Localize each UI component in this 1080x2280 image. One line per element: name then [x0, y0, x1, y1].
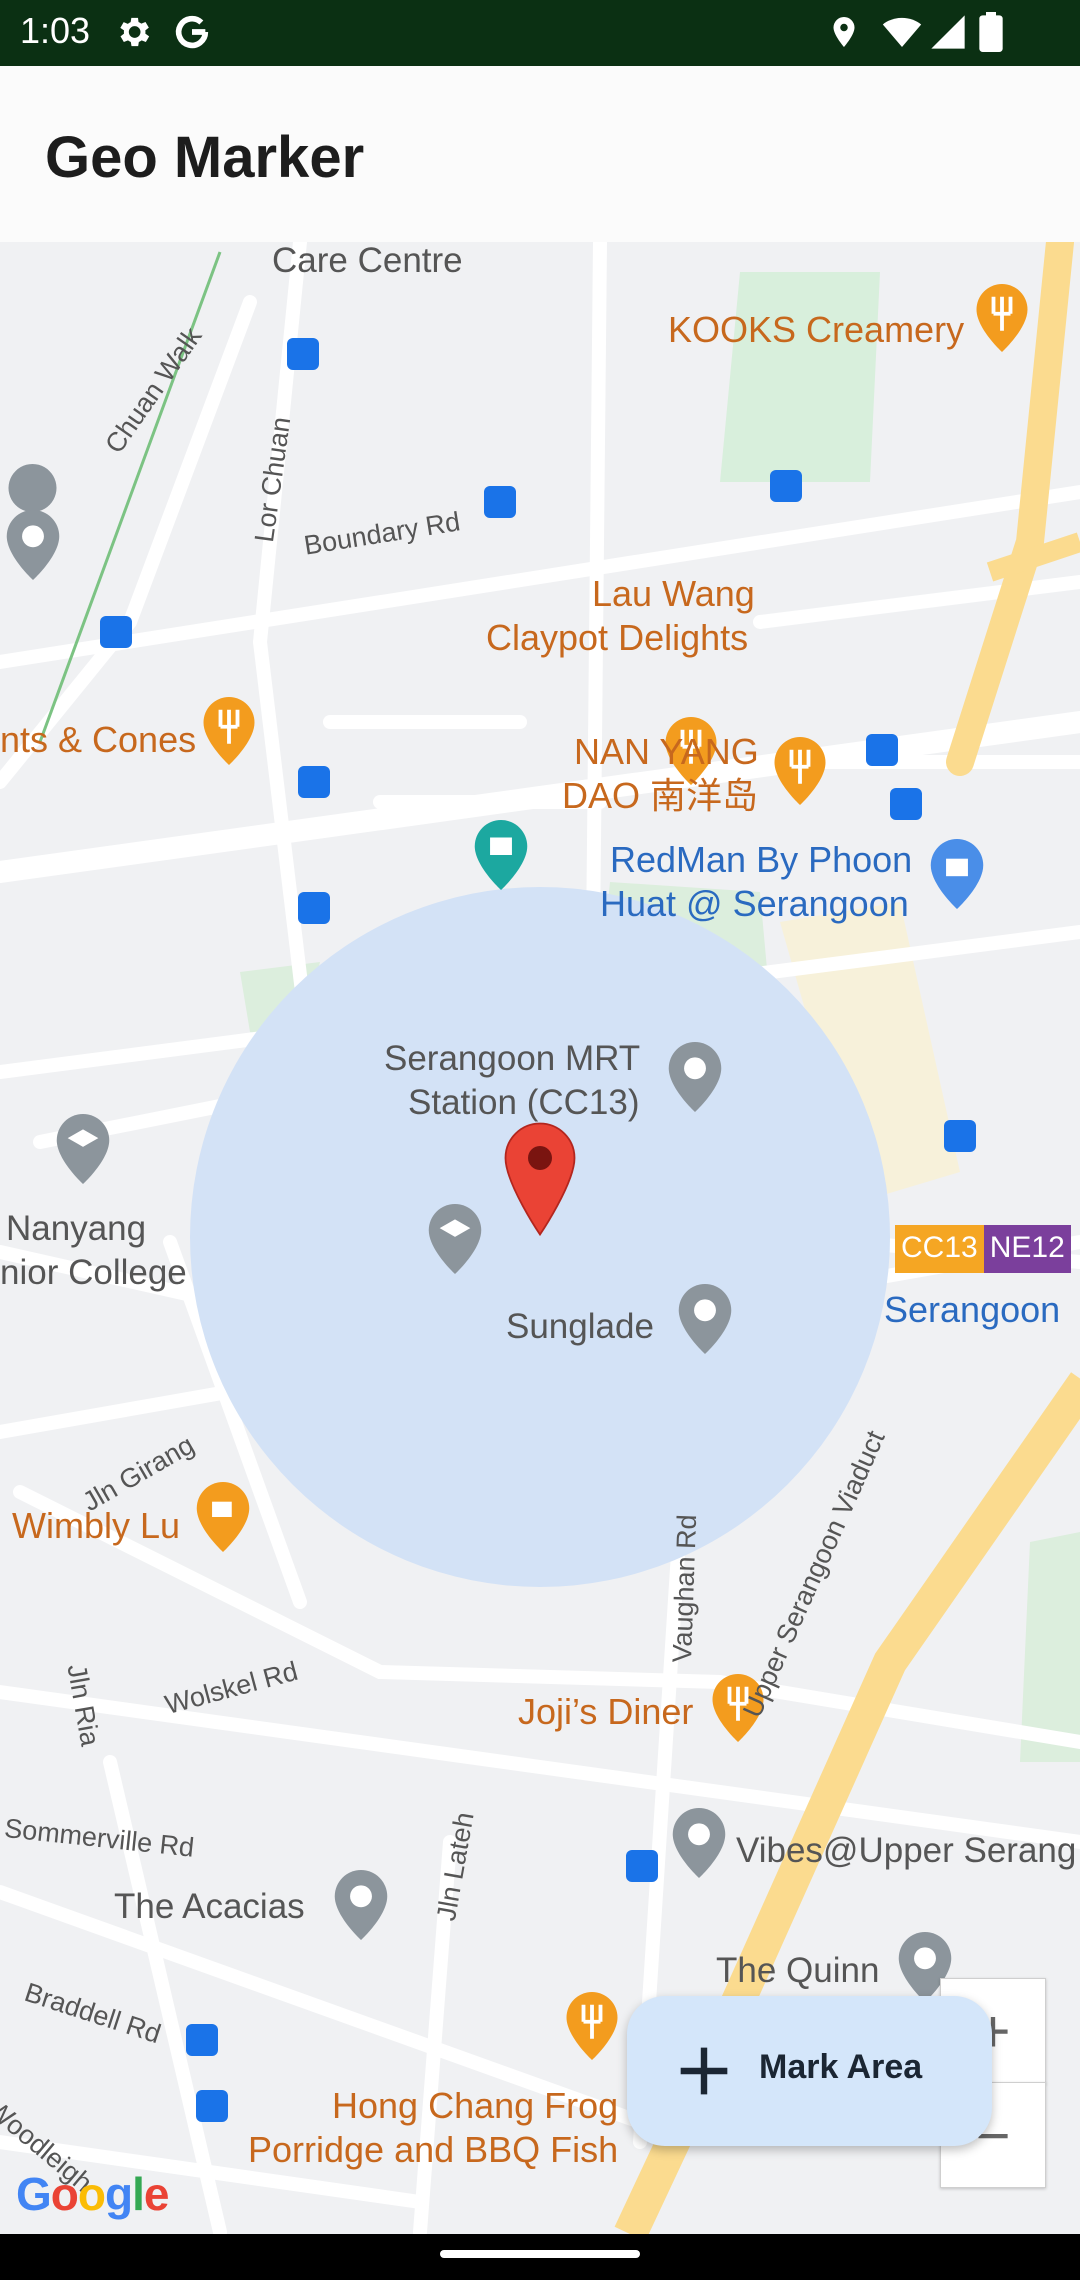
bus-stop-icon: [298, 766, 330, 798]
cc-line-code: CC13: [895, 1225, 984, 1273]
school-pin-icon: [428, 1204, 482, 1274]
bus-stop-icon: [484, 486, 516, 518]
bus-stop-icon: [866, 734, 898, 766]
page-title: Geo Marker: [45, 125, 365, 190]
map-label: RedMan By Phoon: [610, 839, 913, 880]
bus-stop-icon: [298, 892, 330, 924]
place-pin-icon: [672, 1808, 726, 1878]
place-pin-icon: [334, 1870, 388, 1940]
shopping-pin-icon: [930, 839, 984, 909]
restaurant-pin-icon: [566, 1992, 618, 2060]
map-label: Serangoon: [884, 1289, 1061, 1330]
google-g-icon: [175, 15, 209, 49]
wifi-icon: [882, 17, 922, 47]
place-pin-icon: [8, 464, 57, 512]
restaurant-pin-icon: [774, 737, 826, 805]
gear-icon: [120, 17, 150, 47]
map-label: Joji’s Diner: [518, 1691, 694, 1732]
location-icon: [833, 17, 855, 47]
restaurant-pin-icon: [203, 697, 255, 765]
map-label: Serangoon MRT: [384, 1039, 641, 1078]
cafe-pin-icon: [196, 1482, 250, 1552]
mark-area-button[interactable]: Mark Area: [627, 1996, 992, 2146]
school-pin-icon: [56, 1114, 110, 1184]
place-pin-icon: [6, 510, 60, 580]
home-gesture-handle[interactable]: [440, 2250, 640, 2258]
map-label: nts & Cones: [0, 719, 197, 760]
map-label: nior College: [0, 1253, 187, 1292]
mark-area-label: Mark Area: [759, 2048, 923, 2086]
map-label: Station (CC13): [408, 1083, 640, 1122]
status-bar: 1:03: [0, 0, 1080, 66]
map-label: Sunglade: [506, 1307, 654, 1346]
bus-stop-icon: [770, 470, 802, 502]
place-pin-icon: [678, 1284, 732, 1354]
restaurant-pin-icon: [976, 284, 1028, 352]
google-logo: Google: [16, 2168, 169, 2220]
map-label: NAN YANG: [574, 731, 759, 772]
signal-icon: [931, 15, 965, 49]
map-label: Nanyang: [6, 1209, 147, 1248]
map-label: Wimbly Lu: [12, 1505, 181, 1546]
mrt-code-badge: CC13 NE12: [895, 1225, 1071, 1273]
navigation-bar: [0, 2234, 1080, 2280]
map-label: The Acacias: [114, 1887, 305, 1926]
map-marker-icon[interactable]: [504, 1122, 576, 1236]
bus-stop-icon: [626, 1850, 658, 1882]
bus-stop-icon: [944, 1120, 976, 1152]
map-label: Lau Wang: [592, 573, 755, 614]
battery-icon: [979, 12, 1003, 52]
map-label: Vibes@Upper Serang: [736, 1831, 1077, 1870]
map-label: DAO 南洋岛: [562, 775, 759, 816]
map-label: The Quinn: [716, 1951, 880, 1990]
map-label: KOOKS Creamery: [668, 309, 965, 350]
app-bar: Geo Marker: [0, 66, 1080, 242]
map-label: Hong Chang Frog: [332, 2085, 619, 2126]
bus-stop-icon: [186, 2024, 218, 2056]
bus-stop-icon: [196, 2090, 228, 2122]
map-label: Porridge and BBQ Fish: [248, 2129, 619, 2170]
bus-stop-icon: [287, 338, 319, 370]
bus-stop-icon: [100, 616, 132, 648]
map-label: Care Centre: [272, 242, 463, 280]
status-time: 1:03: [20, 10, 91, 51]
bus-stop-icon: [890, 788, 922, 820]
place-pin-icon: [668, 1042, 722, 1112]
map-label: Claypot Delights: [486, 617, 749, 658]
attraction-pin-icon: [474, 820, 528, 890]
plus-icon: [680, 2047, 728, 2095]
map-label: Vaughan Rd: [667, 1513, 703, 1664]
map-label: Huat @ Serangoon: [600, 883, 909, 924]
ne-line-code: NE12: [983, 1225, 1071, 1273]
area-circle: [190, 887, 890, 1587]
map-view[interactable]: Care Centre KOOKS Creamery Chuan Walk Lo…: [0, 242, 1080, 2234]
